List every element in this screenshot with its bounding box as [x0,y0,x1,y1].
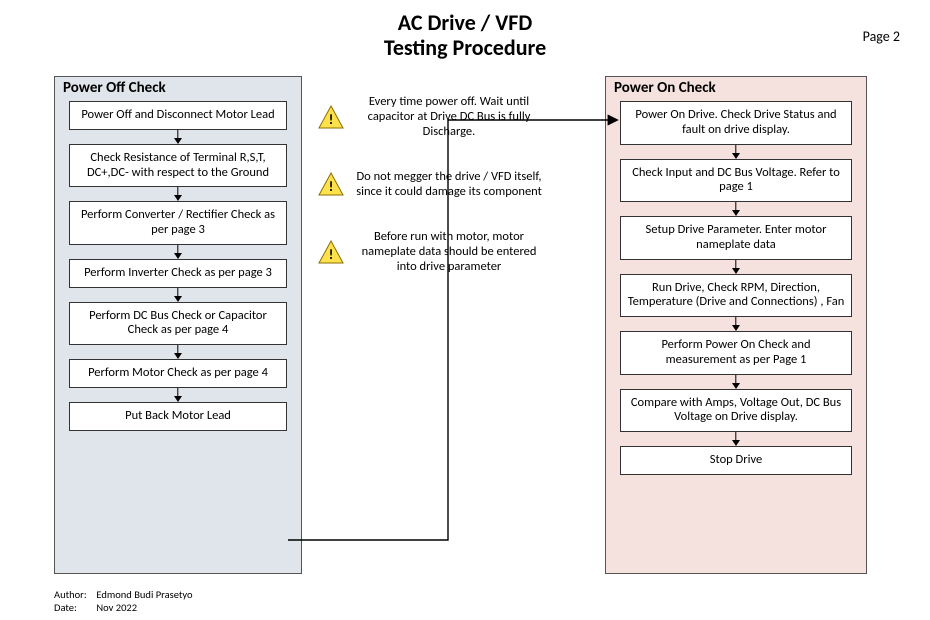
step-text: Perform Motor Check as per page 4 [88,366,268,381]
date-label: Date: [54,601,94,614]
warning-row: ! Before run with motor, motor nameplate… [318,229,568,274]
step-text: Run Drive, Check RPM, Direction, Tempera… [627,281,845,311]
power-on-title: Power On Check [614,79,716,97]
diagram-canvas: Power Off Check Power Off and Disconnect… [0,70,930,600]
step-box: Stop Drive [620,446,852,475]
page-title-block: AC Drive / VFD Testing Procedure [0,0,930,61]
step-box: Power On Drive. Check Drive Status and f… [620,101,852,145]
step-text: Setup Drive Parameter. Enter motor namep… [627,223,845,253]
warning-text: Before run with motor, motor nameplate d… [354,229,544,274]
step-text: Check Resistance of Terminal R,S,T, DC+,… [76,151,280,181]
svg-text:!: ! [329,111,334,128]
author-label: Author: [54,588,94,601]
power-off-title: Power Off Check [63,79,166,97]
step-text: Perform Power On Check and measurement a… [627,338,845,368]
step-box: Put Back Motor Lead [69,402,287,431]
author-name: Edmond Budi Prasetyo [96,588,192,601]
step-box: Perform Inverter Check as per page 3 [69,259,287,288]
step-box: Compare with Amps, Voltage Out, DC Bus V… [620,389,852,433]
step-box: Check Resistance of Terminal R,S,T, DC+,… [69,144,287,188]
step-text: Check Input and DC Bus Voltage. Refer to… [627,166,845,196]
step-box: Perform Power On Check and measurement a… [620,331,852,375]
power-off-group: Power Off Check Power Off and Disconnect… [54,76,302,574]
step-box: Setup Drive Parameter. Enter motor namep… [620,216,852,260]
step-box: Perform DC Bus Check or Capacitor Check … [69,302,287,346]
title-line-2: Testing Procedure [0,35,930,60]
footer-meta: Author: Edmond Budi Prasetyo Date: Nov 2… [54,588,193,614]
step-text: Perform DC Bus Check or Capacitor Check … [76,309,280,339]
step-text: Power On Drive. Check Drive Status and f… [627,108,845,138]
step-box: Perform Motor Check as per page 4 [69,359,287,388]
title-line-1: AC Drive / VFD [0,10,930,35]
warning-text: Do not megger the drive / VFD itself, si… [354,169,544,199]
warning-text: Every time power off. Wait until capacit… [354,94,544,139]
date-value: Nov 2022 [96,601,137,614]
power-on-steps: Power On Drive. Check Drive Status and f… [616,101,856,475]
step-text: Put Back Motor Lead [125,409,231,424]
power-off-steps: Power Off and Disconnect Motor Lead Chec… [65,101,291,431]
warning-row: ! Do not megger the drive / VFD itself, … [318,169,568,199]
warning-icon: ! [318,105,344,129]
step-text: Perform Converter / Rectifier Check as p… [76,208,280,238]
power-on-group: Power On Check Power On Drive. Check Dri… [605,76,867,574]
step-text: Perform Inverter Check as per page 3 [84,266,272,281]
warnings-column: ! Every time power off. Wait until capac… [318,94,568,274]
step-text: Power Off and Disconnect Motor Lead [81,108,274,123]
step-box: Check Input and DC Bus Voltage. Refer to… [620,159,852,203]
svg-text:!: ! [329,246,334,263]
warning-icon: ! [318,172,344,196]
step-box: Power Off and Disconnect Motor Lead [69,101,287,130]
page-number: Page 2 [863,28,900,45]
warning-icon: ! [318,240,344,264]
warning-row: ! Every time power off. Wait until capac… [318,94,568,139]
step-box: Run Drive, Check RPM, Direction, Tempera… [620,274,852,318]
footer-date-row: Date: Nov 2022 [54,601,193,614]
step-text: Stop Drive [710,453,762,468]
step-box: Perform Converter / Rectifier Check as p… [69,201,287,245]
svg-text:!: ! [329,178,334,195]
step-text: Compare with Amps, Voltage Out, DC Bus V… [627,396,845,426]
footer-author-row: Author: Edmond Budi Prasetyo [54,588,193,601]
